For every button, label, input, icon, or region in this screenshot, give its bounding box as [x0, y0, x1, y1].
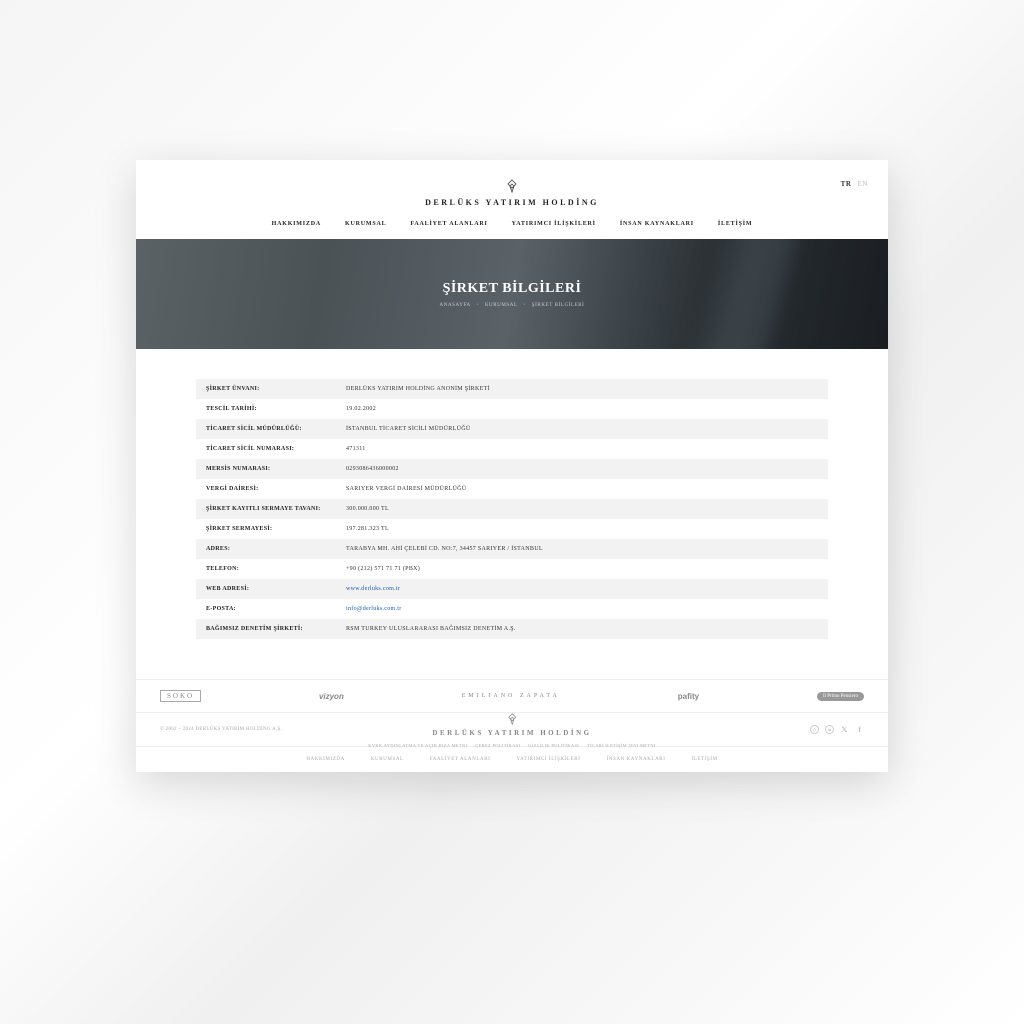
nav-iletisim[interactable]: İLETİŞİM	[718, 221, 752, 227]
legal-cerez[interactable]: ÇEREZ POLİTİKASI	[475, 743, 520, 748]
row-value: 19.02.2002	[336, 399, 828, 419]
crumb-home[interactable]: ANASAYFA	[440, 303, 471, 308]
row-value[interactable]: www.derluks.com.tr	[336, 579, 828, 599]
footer-main: © 2002 – 2024 DERLÜKS YATIRIM HOLDİNG A.…	[136, 712, 888, 746]
table-row: ADRES:TARABYA MH. AHİ ÇELEBİ CD. NO:7, 3…	[196, 539, 828, 559]
lang-en[interactable]: EN	[858, 180, 868, 188]
legal-gizlilik[interactable]: GİZLİLİK POLİTİKASI	[528, 743, 579, 748]
row-label: ŞİRKET ÜNVANI:	[196, 379, 336, 399]
table-row: TİCARET SİCİL NUMARASI:471311	[196, 439, 828, 459]
row-label: BAĞIMSIZ DENETİM ŞİRKETİ:	[196, 619, 336, 639]
brand-emiliano-zapata[interactable]: EMILIANO ZAPATA	[462, 693, 560, 699]
nav-yatirimci-iliskileri[interactable]: YATIRIMCI İLİŞKİLERİ	[512, 221, 596, 227]
row-label: ŞİRKET KAYITLI SERMAYE TAVANI:	[196, 499, 336, 519]
page-container: TR EN DERLÜKS YATIRIM HOLDİNG HAKKIMIZDA…	[136, 160, 888, 772]
table-row: ŞİRKET KAYITLI SERMAYE TAVANI:300.000.00…	[196, 499, 828, 519]
linkedin-icon[interactable]: in	[825, 725, 834, 734]
lang-tr[interactable]: TR	[841, 180, 852, 188]
row-label: E-POSTA:	[196, 599, 336, 619]
table-row: MERSİS NUMARASI:0293086436000002	[196, 459, 828, 479]
hero-banner: ŞİRKET BİLGİLERİ ANASAYFA • KURUMSAL • Ş…	[136, 239, 888, 349]
logo-icon	[504, 178, 520, 194]
fnav-faaliyet-alanlari[interactable]: FAALİYET ALANLARI	[430, 757, 491, 762]
row-label: ADRES:	[196, 539, 336, 559]
link[interactable]: www.derluks.com.tr	[346, 586, 400, 592]
language-toggle: TR EN	[837, 180, 868, 188]
row-value: TARABYA MH. AHİ ÇELEBİ CD. NO:7, 34457 S…	[336, 539, 828, 559]
logo-block[interactable]: DERLÜKS YATIRIM HOLDİNG	[156, 168, 868, 209]
row-value: 471311	[336, 439, 828, 459]
row-label: TİCARET SİCİL MÜDÜRLÜĞÜ:	[196, 419, 336, 439]
fnav-yatirimci-iliskileri[interactable]: YATIRIMCI İLİŞKİLERİ	[516, 757, 580, 762]
table-row: TİCARET SİCİL MÜDÜRLÜĞÜ:İSTANBUL TİCARET…	[196, 419, 828, 439]
breadcrumb: ANASAYFA • KURUMSAL • ŞİRKET BİLGİLERİ	[438, 303, 587, 308]
table-row: ŞİRKET SERMAYESİ:197.281.323 TL	[196, 519, 828, 539]
row-label: MERSİS NUMARASI:	[196, 459, 336, 479]
company-info-table: ŞİRKET ÜNVANI:DERLÜKS YATIRIM HOLDİNG AN…	[196, 379, 828, 639]
crumb-current: ŞİRKET BİLGİLERİ	[532, 303, 585, 308]
facebook-icon[interactable]: f	[855, 725, 864, 734]
row-value: 0293086436000002	[336, 459, 828, 479]
page-title: ŞİRKET BİLGİLERİ	[443, 281, 582, 297]
fnav-iletisim[interactable]: İLETİŞİM	[691, 757, 717, 762]
row-label: TİCARET SİCİL NUMARASI:	[196, 439, 336, 459]
table-row: E-POSTA: info@derluks.com.tr	[196, 599, 828, 619]
table-row: TESCİL TARİHİ:19.02.2002	[196, 399, 828, 419]
table-row: WEB ADRESİ: www.derluks.com.tr	[196, 579, 828, 599]
legal-links: KVKK AYDINLATMA VE AÇIK RIZA METNİ ÇEREZ…	[368, 743, 656, 748]
copyright: © 2002 – 2024 DERLÜKS YATIRIM HOLDİNG A.…	[160, 727, 282, 732]
brand-vizyon[interactable]: vizyon	[319, 692, 344, 701]
main-nav: HAKKIMIZDA KURUMSAL FAALİYET ALANLARI YA…	[156, 209, 868, 239]
social-links: ◇ in 𝕏 f	[810, 725, 864, 734]
brand-name: DERLÜKS YATIRIM HOLDİNG	[156, 198, 868, 207]
footer-brand-name: DERLÜKS YATIRIM HOLDİNG	[368, 729, 656, 737]
crumb-sep: •	[524, 303, 526, 308]
row-label: TELEFON:	[196, 559, 336, 579]
row-label: TESCİL TARİHİ:	[196, 399, 336, 419]
header: TR EN DERLÜKS YATIRIM HOLDİNG HAKKIMIZDA…	[136, 160, 888, 239]
row-value: 300.000.000 TL	[336, 499, 828, 519]
row-value[interactable]: info@derluks.com.tr	[336, 599, 828, 619]
table-row: TELEFON:+90 (212) 571 71 71 (PBX)	[196, 559, 828, 579]
row-value: DERLÜKS YATIRIM HOLDİNG ANONİM ŞİRKETİ	[336, 379, 828, 399]
brand-soko[interactable]: SOKO	[160, 690, 201, 702]
row-value: İSTANBUL TİCARET SİCİLİ MÜDÜRLÜĞÜ	[336, 419, 828, 439]
content-area: ŞİRKET ÜNVANI:DERLÜKS YATIRIM HOLDİNG AN…	[136, 349, 888, 679]
link[interactable]: info@derluks.com.tr	[346, 606, 402, 612]
fnav-insan-kaynaklari[interactable]: İNSAN KAYNAKLARI	[606, 757, 665, 762]
brand-il-primo[interactable]: Il Primo Pensiero	[817, 692, 864, 701]
row-label: VERGİ DAİRESİ:	[196, 479, 336, 499]
row-value: +90 (212) 571 71 71 (PBX)	[336, 559, 828, 579]
crumb-kurumsal[interactable]: KURUMSAL	[485, 303, 518, 308]
brand-pafity[interactable]: pafity	[678, 692, 699, 701]
crumb-sep: •	[477, 303, 479, 308]
row-label: ŞİRKET SERMAYESİ:	[196, 519, 336, 539]
instagram-icon[interactable]: ◇	[810, 725, 819, 734]
row-value: SARIYER VERGİ DAİRESİ MÜDÜRLÜĞÜ	[336, 479, 828, 499]
nav-hakkimizda[interactable]: HAKKIMIZDA	[272, 221, 321, 227]
nav-faaliyet-alanlari[interactable]: FAALİYET ALANLARI	[410, 221, 487, 227]
table-row: BAĞIMSIZ DENETİM ŞİRKETİ:RSM TURKEY ULUS…	[196, 619, 828, 639]
legal-ticari[interactable]: TİCARİ İLETİŞİM İZNİ METNİ	[587, 743, 656, 748]
table-row: VERGİ DAİRESİ:SARIYER VERGİ DAİRESİ MÜDÜ…	[196, 479, 828, 499]
nav-kurumsal[interactable]: KURUMSAL	[345, 221, 386, 227]
legal-kvkk[interactable]: KVKK AYDINLATMA VE AÇIK RIZA METNİ	[368, 743, 467, 748]
fnav-hakkimizda[interactable]: HAKKIMIZDA	[306, 757, 345, 762]
footer-logo-icon	[505, 712, 519, 726]
fnav-kurumsal[interactable]: KURUMSAL	[371, 757, 404, 762]
row-value: RSM TURKEY ULUSLARARASI BAĞIMSIZ DENETİM…	[336, 619, 828, 639]
table-row: ŞİRKET ÜNVANI:DERLÜKS YATIRIM HOLDİNG AN…	[196, 379, 828, 399]
footer-nav: HAKKIMIZDA KURUMSAL FAALİYET ALANLARI YA…	[136, 746, 888, 772]
row-value: 197.281.323 TL	[336, 519, 828, 539]
brand-strip: SOKO vizyon EMILIANO ZAPATA pafity Il Pr…	[136, 679, 888, 712]
row-label: WEB ADRESİ:	[196, 579, 336, 599]
footer-center: DERLÜKS YATIRIM HOLDİNG KVKK AYDINLATMA …	[368, 712, 656, 748]
x-icon[interactable]: 𝕏	[840, 725, 849, 734]
nav-insan-kaynaklari[interactable]: İNSAN KAYNAKLARI	[620, 221, 694, 227]
